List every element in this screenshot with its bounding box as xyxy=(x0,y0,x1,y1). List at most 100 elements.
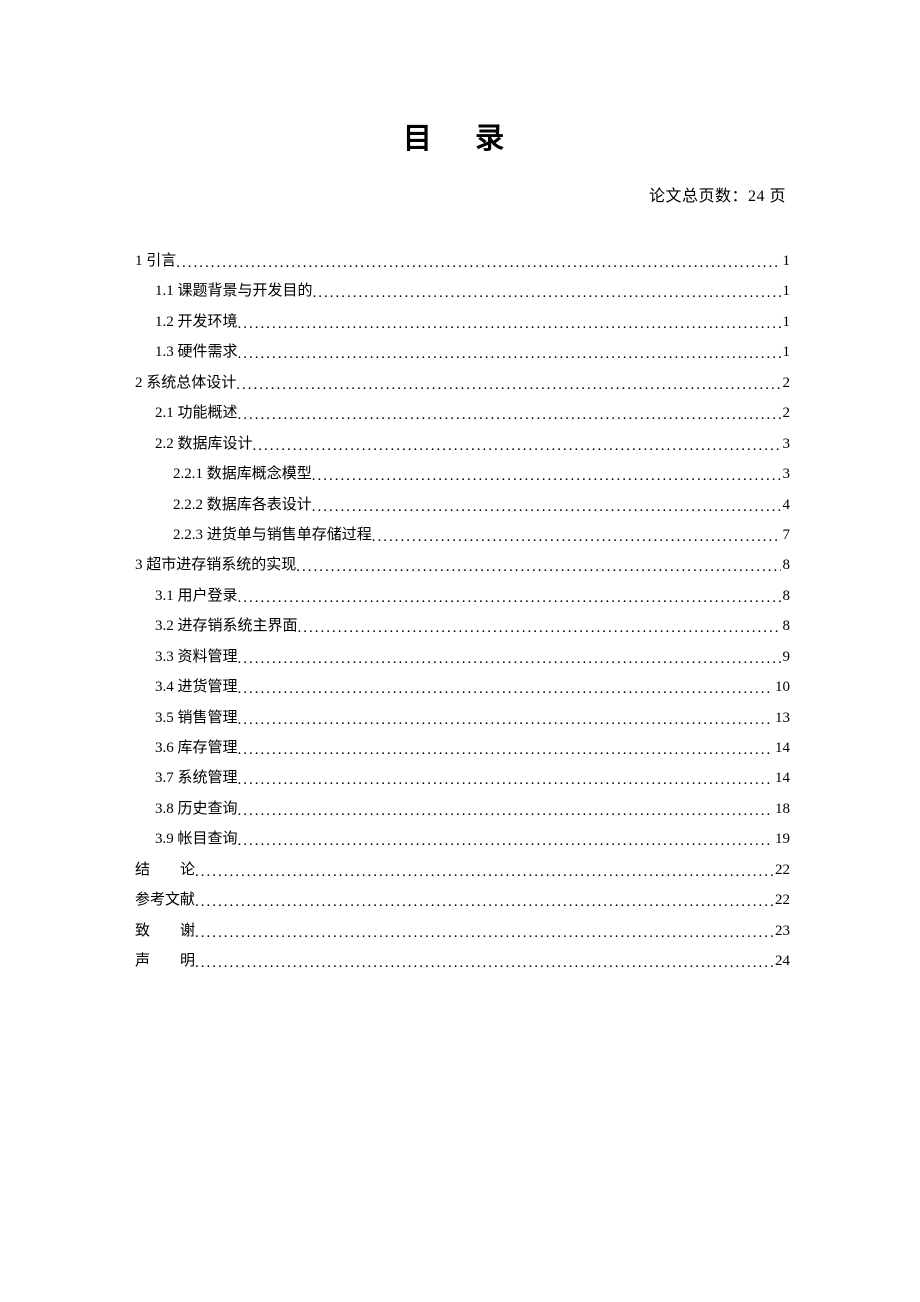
toc-entry-page: 1 xyxy=(781,307,791,337)
toc-entry-label: 2.2.1 数据库概念模型 xyxy=(173,459,312,489)
toc-entry-label: 2.2.2 数据库各表设计 xyxy=(173,490,312,520)
toc-entry-label: 1.1 课题背景与开发目的 xyxy=(155,276,313,306)
toc-entry: 3.8 历史查询 18 xyxy=(135,794,790,824)
toc-entry: 3.9 帐目查询19 xyxy=(135,824,790,854)
document-page: 目 录 论文总页数：24 页 1 引言11.1 课题背景与开发目的11.2 开发… xyxy=(0,0,920,977)
toc-entry: 1 引言 1 xyxy=(135,246,790,276)
toc-dots xyxy=(195,857,773,887)
toc-dots xyxy=(238,796,773,826)
toc-entry-label: 3.6 库存管理 xyxy=(155,733,238,763)
toc-entry-label: 3 超市进存销系统的实现 xyxy=(135,550,296,580)
toc-dots xyxy=(238,309,781,339)
toc-dots xyxy=(312,461,781,491)
toc-dots xyxy=(238,826,773,856)
toc-entry-page: 14 xyxy=(773,763,790,793)
toc-entry-label: 2.2.3 进货单与销售单存储过程 xyxy=(173,520,372,550)
toc-entry-page: 24 xyxy=(773,946,790,976)
toc-entry: 1.3 硬件需求 1 xyxy=(135,337,790,367)
toc-dots xyxy=(236,370,780,400)
toc-entry-page: 3 xyxy=(781,459,791,489)
toc-dots xyxy=(195,948,773,978)
toc-entry-page: 2 xyxy=(781,368,791,398)
toc-entry-label: 1.2 开发环境 xyxy=(155,307,238,337)
toc-entry-label: 2.1 功能概述 xyxy=(155,398,238,428)
toc-dots xyxy=(238,400,781,430)
toc-entry: 3.4 进货管理 10 xyxy=(135,672,790,702)
toc-entry-page: 10 xyxy=(773,672,790,702)
toc-dots xyxy=(312,492,781,522)
toc-entry-page: 23 xyxy=(773,916,790,946)
toc-entry-page: 22 xyxy=(773,855,790,885)
toc-entry-page: 14 xyxy=(773,733,790,763)
toc-dots xyxy=(296,552,780,582)
toc-entry-page: 13 xyxy=(773,703,790,733)
toc-dots xyxy=(298,613,781,643)
toc-entry: 1.1 课题背景与开发目的 1 xyxy=(135,276,790,306)
toc-entry: 2 系统总体设计 2 xyxy=(135,368,790,398)
toc-entry-page: 1 xyxy=(781,246,791,276)
toc-entry: 致 谢 23 xyxy=(135,916,790,946)
toc-entry-label: 2 系统总体设计 xyxy=(135,368,236,398)
toc-entry-label: 3.5 销售管理 xyxy=(155,703,238,733)
toc-entry-label: 3.8 历史查询 xyxy=(155,794,238,824)
toc-entry-page: 8 xyxy=(781,581,791,611)
toc-dots xyxy=(313,278,781,308)
toc-entry-page: 7 xyxy=(781,520,791,550)
title-container: 目 录 xyxy=(135,115,790,157)
toc-entry: 2.1 功能概述 2 xyxy=(135,398,790,428)
toc-entry-page: 8 xyxy=(781,550,791,580)
toc-dots xyxy=(238,765,773,795)
toc-entry: 3.1 用户登录 8 xyxy=(135,581,790,611)
toc-entry-page: 22 xyxy=(773,885,790,915)
toc-entry-label: 3.2 进存销系统主界面 xyxy=(155,611,298,641)
toc-entry: 3.3 资料管理 9 xyxy=(135,642,790,672)
toc-dots xyxy=(238,705,773,735)
toc-dots xyxy=(253,431,781,461)
toc-entry-label: 致 谢 xyxy=(135,916,195,946)
toc-entry-label: 结 论 xyxy=(135,855,195,885)
toc-entry: 3.5 销售管理 13 xyxy=(135,703,790,733)
toc-entry: 结 论 22 xyxy=(135,855,790,885)
toc-entry-label: 1 引言 xyxy=(135,246,176,276)
toc-entry-label: 3.4 进货管理 xyxy=(155,672,238,702)
toc-entry-label: 参考文献 xyxy=(135,885,195,915)
toc-dots xyxy=(238,339,781,369)
toc-title: 目 录 xyxy=(135,115,790,157)
toc-entry: 3.6 库存管理 14 xyxy=(135,733,790,763)
toc-entry-page: 1 xyxy=(781,276,791,306)
toc-entry-page: 19 xyxy=(773,824,790,854)
toc-entry-page: 9 xyxy=(781,642,791,672)
toc-dots xyxy=(238,644,781,674)
toc-entry: 参考文献 22 xyxy=(135,885,790,915)
toc-dots xyxy=(238,735,773,765)
toc-entry: 1.2 开发环境 1 xyxy=(135,307,790,337)
toc-entry-label: 3.3 资料管理 xyxy=(155,642,238,672)
toc-entry: 2.2.2 数据库各表设计 4 xyxy=(135,490,790,520)
toc-entry: 2.2 数据库设计 3 xyxy=(135,429,790,459)
toc-dots xyxy=(195,887,773,917)
toc-entry-page: 3 xyxy=(781,429,791,459)
toc-entry-page: 18 xyxy=(773,794,790,824)
toc-entry-page: 2 xyxy=(781,398,791,428)
toc-entry-label: 声 明 xyxy=(135,946,195,976)
toc-entry-page: 4 xyxy=(781,490,791,520)
toc-entry: 3.2 进存销系统主界面 8 xyxy=(135,611,790,641)
toc-entry: 3 超市进存销系统的实现 8 xyxy=(135,550,790,580)
toc-dots xyxy=(238,583,781,613)
page-count-text: 论文总页数：24 页 xyxy=(135,182,790,206)
toc-entry: 2.2.1 数据库概念模型 3 xyxy=(135,459,790,489)
toc-entry-label: 1.3 硬件需求 xyxy=(155,337,238,367)
toc-entry: 3.7 系统管理 14 xyxy=(135,763,790,793)
toc-entry-label: 2.2 数据库设计 xyxy=(155,429,253,459)
toc-dots xyxy=(176,248,780,278)
toc-entry-page: 8 xyxy=(781,611,791,641)
toc-dots xyxy=(195,918,773,948)
toc-entry-page: 1 xyxy=(781,337,791,367)
toc-entry-label: 3.7 系统管理 xyxy=(155,763,238,793)
toc-list: 1 引言11.1 课题背景与开发目的11.2 开发环境11.3 硬件需求12 系… xyxy=(135,246,790,977)
toc-entry: 2.2.3 进货单与销售单存储过程 7 xyxy=(135,520,790,550)
toc-dots xyxy=(238,674,773,704)
toc-dots xyxy=(372,522,781,552)
toc-entry: 声 明 24 xyxy=(135,946,790,976)
toc-entry-label: 3.1 用户登录 xyxy=(155,581,238,611)
